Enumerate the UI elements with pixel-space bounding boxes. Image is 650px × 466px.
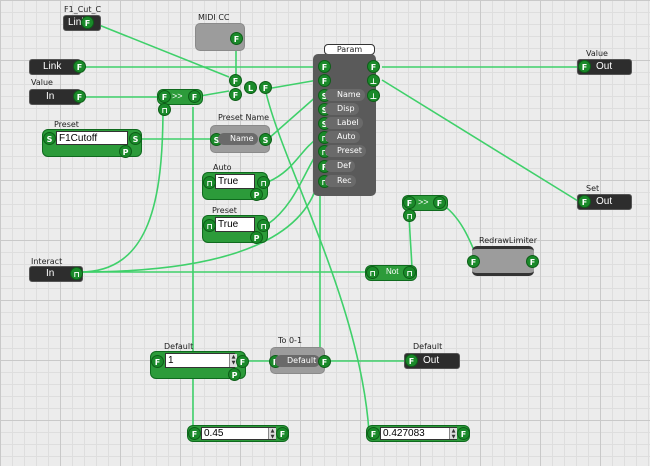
default-out-title: Default [413, 342, 443, 351]
default-port-label: Default [275, 355, 321, 367]
float-pin[interactable]: F [229, 88, 242, 101]
trigger-pin[interactable]: ⊓ [203, 176, 216, 189]
out-label: Out [596, 61, 613, 72]
interact-title: Interact [31, 257, 63, 266]
param-port-name: Name [325, 89, 365, 101]
trigger-pin[interactable]: ⊓ [403, 209, 416, 222]
default-value-field[interactable]: 1 [165, 353, 235, 368]
param-port-def: Def [325, 160, 355, 172]
preset-pin[interactable]: P [250, 231, 263, 244]
default-in-title: Default [164, 342, 194, 351]
to01-title: To 0-1 [278, 336, 303, 345]
string-pin[interactable]: S [259, 133, 272, 146]
redraw-limiter-title: RedrawLimiter [479, 236, 537, 245]
number-value-left[interactable]: 0.45 [201, 427, 276, 440]
preset-title: Preset [54, 120, 79, 129]
name-port-label: Name [218, 133, 258, 145]
param-port-rec: Rec [325, 175, 356, 187]
limit-pin[interactable]: L [244, 81, 257, 94]
float-pin[interactable]: F [158, 90, 171, 103]
float-pin[interactable]: F [81, 16, 94, 29]
out-label: Out [423, 355, 440, 366]
redraw-limiter-node[interactable] [472, 246, 534, 276]
trigger-pin[interactable]: ⊓ [366, 266, 379, 279]
trigger-pin[interactable]: ⊓ [70, 267, 83, 280]
float-pin[interactable]: F [229, 74, 242, 87]
preset-pin[interactable]: P [119, 145, 132, 158]
float-pin[interactable]: F [259, 81, 272, 94]
string-pin[interactable]: S [129, 132, 142, 145]
float-pin[interactable]: F [578, 60, 591, 73]
in-label: In [46, 268, 55, 279]
auto-value-field[interactable]: True [215, 174, 255, 189]
trigger-pin[interactable]: ⊓ [257, 219, 270, 232]
value-out-title: Value [586, 49, 608, 58]
not-label: Not [386, 267, 399, 276]
preset-pin[interactable]: P [228, 368, 241, 381]
float-pin[interactable]: F [236, 355, 249, 368]
preset-bool-title: Preset [212, 206, 237, 215]
float-pin[interactable]: F [188, 90, 201, 103]
float-pin[interactable]: F [367, 427, 380, 440]
link-node-title: F1_Cut_C [64, 5, 102, 14]
preset-pin[interactable]: P [250, 188, 263, 201]
float-pin[interactable]: F [318, 355, 331, 368]
float-pin[interactable]: F [318, 74, 331, 87]
set-out-title: Set [586, 184, 600, 193]
sample-hold-symbol: >> [172, 91, 183, 101]
trigger-pin[interactable]: ⊓ [203, 219, 216, 232]
float-pin[interactable]: F [151, 355, 164, 368]
float-pin[interactable]: F [578, 195, 591, 208]
out-label: Out [596, 196, 613, 207]
float-pin[interactable]: F [230, 32, 243, 45]
in-label: In [46, 91, 55, 102]
trigger-out-pin[interactable]: ⊥ [367, 89, 380, 102]
float-pin[interactable]: F [276, 427, 289, 440]
preset-text-field[interactable]: F1Cutoff [56, 131, 128, 145]
float-pin[interactable]: F [367, 60, 380, 73]
float-pin[interactable]: F [457, 427, 470, 440]
float-pin[interactable]: F [526, 255, 539, 268]
float-pin[interactable]: F [467, 255, 480, 268]
float-pin[interactable]: F [405, 354, 418, 367]
float-pin[interactable]: F [403, 196, 416, 209]
trigger-pin[interactable]: ⊓ [403, 266, 416, 279]
stepper-arrows[interactable]: ▲ ▼ [449, 428, 457, 440]
param-port-label: Label [325, 117, 363, 129]
string-pin[interactable]: S [43, 132, 56, 145]
param-port-auto: Auto [325, 131, 360, 143]
stepper-arrows[interactable]: ▲ ▼ [268, 428, 276, 440]
float-pin[interactable]: F [188, 427, 201, 440]
auto-title: Auto [213, 163, 232, 172]
float-pin[interactable]: F [318, 60, 331, 73]
float-pin[interactable]: F [73, 60, 86, 73]
trigger-out-pin[interactable]: ⊥ [367, 74, 380, 87]
sample-hold-symbol: >> [418, 197, 429, 207]
number-value-right[interactable]: 0.427083 [380, 427, 457, 440]
value-in-title: Value [31, 78, 53, 87]
trigger-pin[interactable]: ⊓ [257, 176, 270, 189]
param-port-disp: Disp [325, 103, 359, 115]
midi-cc-title: MIDI CC [198, 13, 230, 22]
float-pin[interactable]: F [73, 90, 86, 103]
param-port-preset: Preset [325, 145, 366, 157]
trigger-pin[interactable]: ⊓ [158, 103, 171, 116]
preset-bool-field[interactable]: True [215, 217, 255, 232]
preset-name-title: Preset Name [218, 113, 270, 122]
float-pin[interactable]: F [433, 196, 446, 209]
link-label: Link [43, 61, 62, 72]
